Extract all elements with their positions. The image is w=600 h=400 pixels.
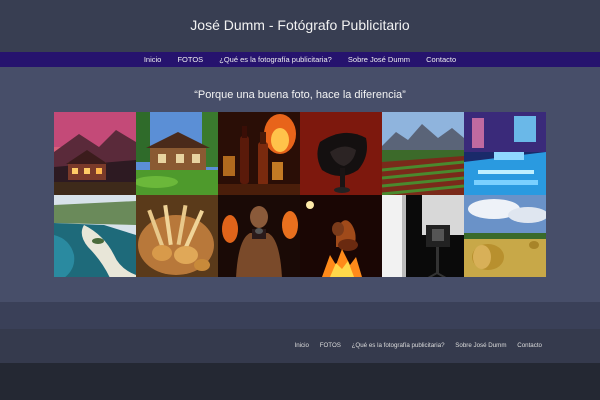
footer-nav-item-que-es[interactable]: ¿Qué es la fotografía publicitaria? <box>352 342 445 349</box>
footer-nav-item-contacto[interactable]: Contacto <box>517 342 542 349</box>
gallery-photo-mountain-lodge[interactable] <box>54 112 136 195</box>
lake-coast-image <box>54 194 136 277</box>
footer-nav-item-inicio[interactable]: Inicio <box>295 342 309 349</box>
gallery-photo-liquor-bottles[interactable] <box>218 112 300 195</box>
footer-nav: Inicio FOTOS ¿Qué es la fotografía publi… <box>286 342 542 349</box>
nav-item-contacto[interactable]: Contacto <box>426 52 456 67</box>
bread-basket-image <box>136 194 218 277</box>
site-header: José Dumm - Fotógrafo Publicitario <box>0 0 600 52</box>
gallery-photo-saddle[interactable] <box>300 112 382 195</box>
gallery-photo-studio-camera[interactable] <box>382 194 464 277</box>
gallery-photo-man-portrait[interactable] <box>218 194 300 277</box>
studio-camera-image <box>382 194 464 277</box>
gallery-photo-hay-bale[interactable] <box>464 194 546 277</box>
hay-bale-image <box>464 194 546 277</box>
wooden-house-image <box>136 112 218 195</box>
man-portrait-image <box>218 194 300 277</box>
page-bottom <box>0 363 600 400</box>
nav-item-inicio[interactable]: Inicio <box>144 52 162 67</box>
saddle-image <box>300 112 382 195</box>
site-title[interactable]: José Dumm - Fotógrafo Publicitario <box>0 17 600 33</box>
footer-nav-item-sobre[interactable]: Sobre José Dumm <box>455 342 506 349</box>
footer-nav-item-fotos[interactable]: FOTOS <box>320 342 341 349</box>
vineyard-image <box>382 112 464 195</box>
main-content: “Porque una buena foto, hace la diferenc… <box>0 67 600 302</box>
top-nav: Inicio FOTOS ¿Qué es la fotografía publi… <box>0 52 600 67</box>
campfire-image <box>300 194 382 277</box>
pool-lounge-image <box>464 112 546 195</box>
gallery-photo-wooden-house[interactable] <box>136 112 218 195</box>
site-footer: Inicio FOTOS ¿Qué es la fotografía publi… <box>0 329 600 363</box>
tagline-quote: “Porque una buena foto, hace la diferenc… <box>194 89 406 101</box>
gallery-photo-pool-lounge[interactable] <box>464 112 546 195</box>
nav-item-que-es[interactable]: ¿Qué es la fotografía publicitaria? <box>219 52 332 67</box>
liquor-bottles-image <box>218 112 300 195</box>
gallery-photo-bread[interactable] <box>136 194 218 277</box>
gallery-photo-vineyard[interactable] <box>382 112 464 195</box>
mountain-lodge-image <box>54 112 136 195</box>
nav-item-sobre[interactable]: Sobre José Dumm <box>348 52 410 67</box>
photo-gallery <box>54 112 546 277</box>
nav-item-fotos[interactable]: FOTOS <box>177 52 203 67</box>
gallery-photo-campfire[interactable] <box>300 194 382 277</box>
gallery-photo-lake-coast[interactable] <box>54 194 136 277</box>
footer-band <box>0 302 600 329</box>
